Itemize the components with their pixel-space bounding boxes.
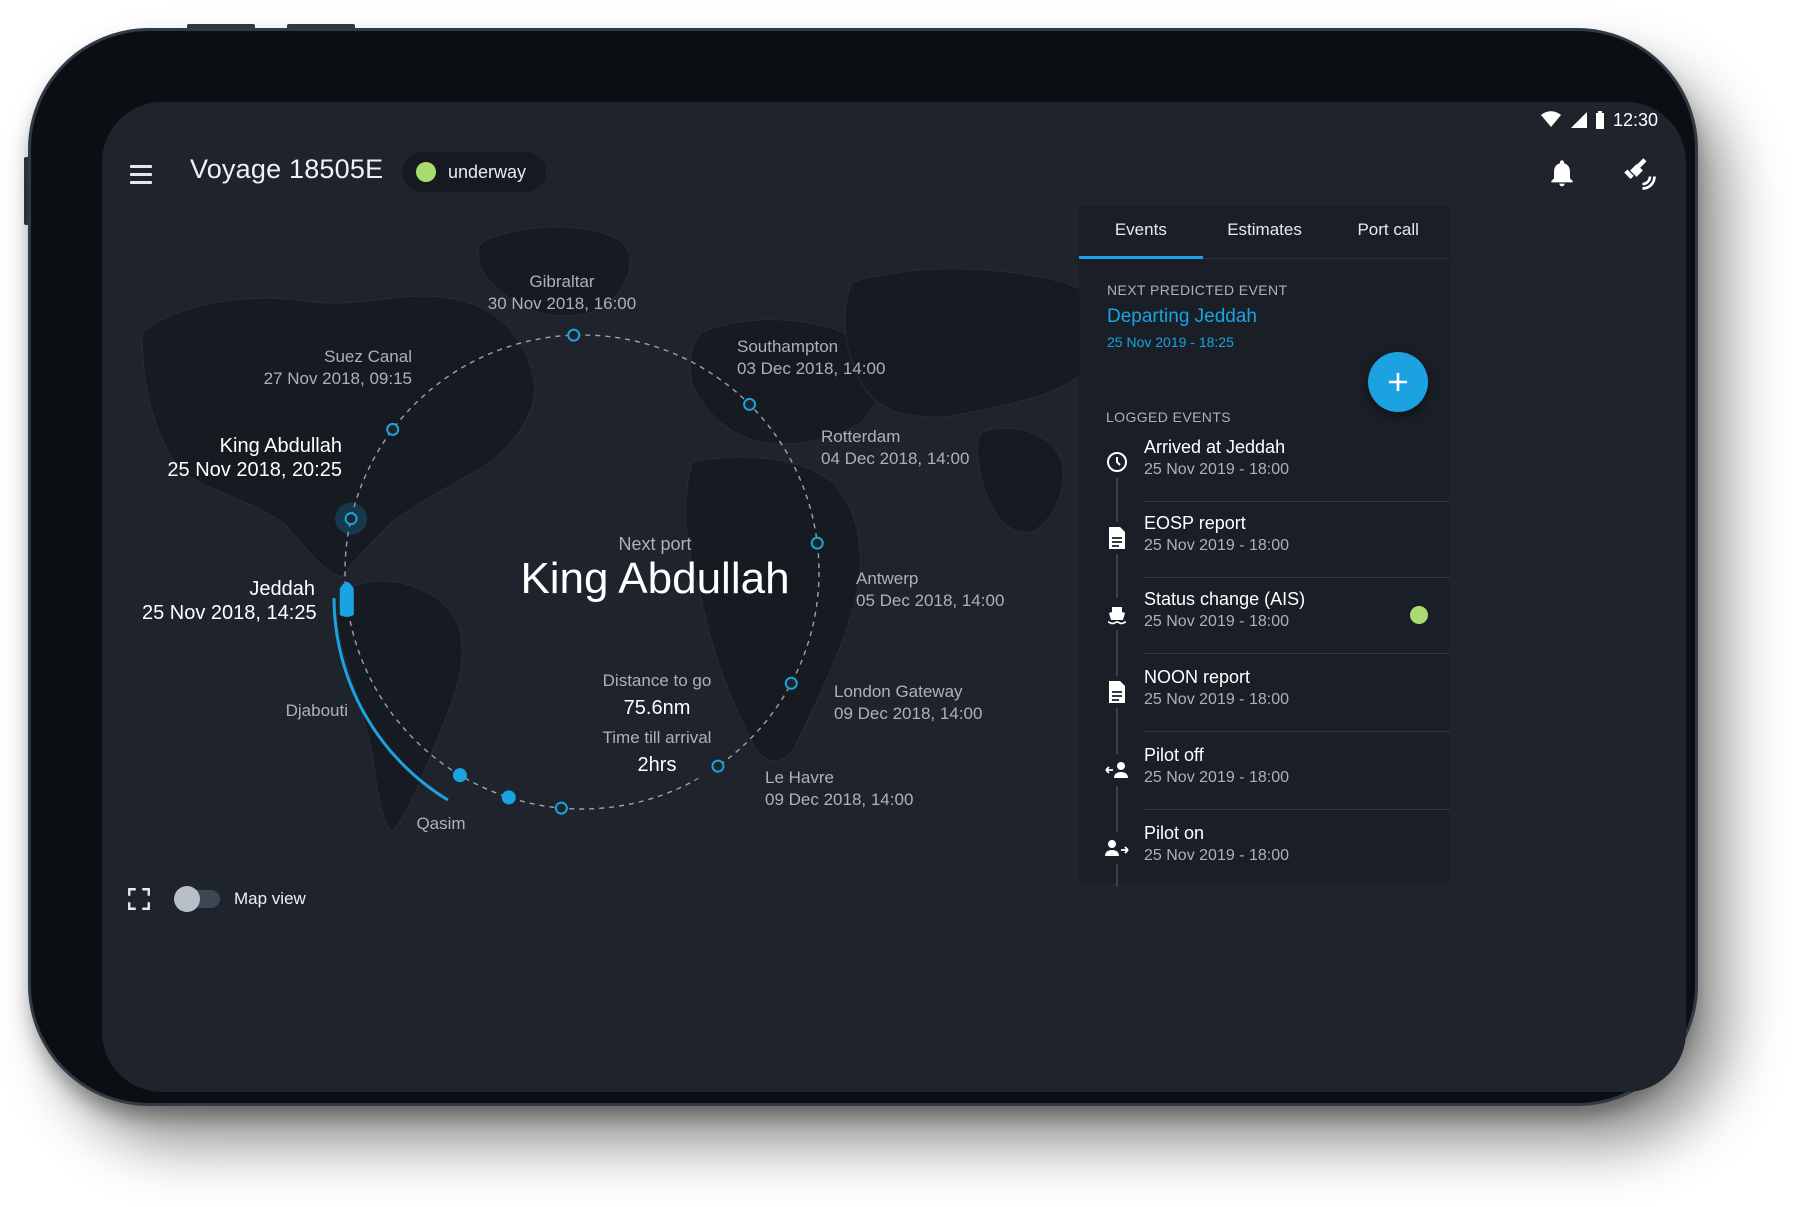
- map-view-label: Map view: [234, 889, 306, 908]
- event-time: 25 Nov 2019 - 18:00: [1144, 691, 1289, 708]
- document-icon: [1101, 676, 1133, 708]
- tab-events[interactable]: Events: [1079, 206, 1203, 258]
- tab-estimates[interactable]: Estimates: [1203, 206, 1327, 258]
- marker-gibraltar[interactable]: [567, 328, 581, 342]
- waypoint-le-havre[interactable]: Le Havre 09 Dec 2018, 14:00: [765, 767, 913, 811]
- event-time: 25 Nov 2019 - 18:00: [1144, 769, 1289, 786]
- waypoint-antwerp[interactable]: Antwerp 05 Dec 2018, 14:00: [856, 568, 1004, 612]
- map-view-controls: Map view: [126, 886, 306, 912]
- panel-tabs: Events Estimates Port call: [1079, 206, 1450, 259]
- eta-label: Time till arrival: [602, 728, 712, 747]
- waypoint-gibraltar[interactable]: Gibraltar 30 Nov 2018, 16:00: [477, 271, 647, 315]
- waypoint-king-abdullah[interactable]: King Abdullah 25 Nov 2018, 20:25: [162, 434, 342, 482]
- app-screen: 12:30 Voyage 18505E underway Gibraltar 30…: [102, 102, 1686, 1092]
- plus-icon: [1389, 373, 1407, 391]
- active-tab-indicator: [1079, 256, 1203, 259]
- event-pilot-on[interactable]: Pilot on 25 Nov 2019 - 18:00: [1079, 810, 1450, 888]
- waypoint-southampton[interactable]: Southampton 03 Dec 2018, 14:00: [737, 336, 885, 380]
- tab-port-call[interactable]: Port call: [1326, 206, 1450, 258]
- distance-label: Distance to go: [602, 671, 712, 690]
- clock-time: 12:30: [1612, 109, 1658, 130]
- signal-icon: [1570, 112, 1587, 128]
- satellite-icon[interactable]: [1620, 154, 1656, 190]
- event-title: Pilot off: [1144, 745, 1204, 765]
- waypoint-london-gateway[interactable]: London Gateway 09 Dec 2018, 14:00: [834, 681, 982, 725]
- ship-icon: [1101, 598, 1133, 630]
- vessel-marker-icon[interactable]: [339, 581, 354, 617]
- pilot-on-icon: [1101, 832, 1133, 864]
- menu-icon[interactable]: [130, 159, 160, 189]
- event-title: Pilot on: [1144, 823, 1205, 843]
- marker-antwerp[interactable]: [784, 676, 798, 690]
- marker-le-havre[interactable]: [554, 801, 568, 815]
- distance-value: 75.6nm: [623, 697, 691, 719]
- marker-southampton[interactable]: [743, 397, 757, 411]
- event-time: 25 Nov 2019 - 18:00: [1144, 537, 1289, 554]
- waypoint-rotterdam[interactable]: Rotterdam 04 Dec 2018, 14:00: [821, 426, 969, 470]
- tablet-frame: 12:30 Voyage 18505E underway Gibraltar 30…: [31, 31, 1695, 1103]
- marker-qasim[interactable]: [501, 790, 516, 805]
- event-time: 25 Nov 2019 - 18:00: [1144, 461, 1289, 478]
- fullscreen-icon[interactable]: [126, 886, 152, 912]
- waypoint-qasim[interactable]: Qasim: [391, 813, 491, 835]
- waypoint-suez-canal[interactable]: Suez Canal 27 Nov 2018, 09:15: [252, 346, 412, 390]
- next-predicted-header: NEXT PREDICTED EVENT: [1107, 282, 1288, 298]
- event-arrived-jeddah[interactable]: Arrived at Jeddah 25 Nov 2019 - 18:00: [1079, 424, 1450, 502]
- status-dot-icon: [1410, 606, 1428, 624]
- pilot-off-icon: [1101, 754, 1133, 786]
- status-label: underway: [448, 161, 527, 182]
- toggle-knob: [174, 886, 200, 912]
- marker-suez-canal[interactable]: [386, 422, 400, 436]
- wifi-icon: [1540, 111, 1561, 127]
- marker-djabouti[interactable]: [452, 768, 467, 783]
- events-panel: Events Estimates Port call NEXT PREDICTE…: [1079, 206, 1450, 886]
- next-predicted-event[interactable]: Departing Jeddah: [1107, 306, 1257, 328]
- event-eosp-report[interactable]: EOSP report 25 Nov 2019 - 18:00: [1079, 500, 1450, 578]
- status-bar: 12:30: [1540, 108, 1658, 132]
- waypoint-jeddah[interactable]: Jeddah 25 Nov 2018, 14:25: [142, 577, 317, 625]
- document-icon: [1101, 522, 1133, 554]
- marker-king-abdullah[interactable]: [344, 512, 358, 526]
- logged-events-header: LOGGED EVENTS: [1106, 409, 1232, 425]
- event-title: NOON report: [1144, 667, 1251, 687]
- event-title: Status change (AIS): [1144, 589, 1306, 609]
- waypoint-djabouti[interactable]: Djabouti: [202, 700, 348, 722]
- next-port-name: King Abdullah: [520, 554, 790, 603]
- voyage-title: Voyage 18505E: [190, 154, 384, 184]
- event-time: 25 Nov 2019 - 18:00: [1144, 847, 1289, 864]
- status-indicator-icon: [416, 162, 436, 182]
- eta-value: 2hrs: [637, 754, 677, 776]
- bell-icon[interactable]: [1546, 157, 1578, 189]
- next-port-label: Next port: [618, 534, 692, 554]
- event-pilot-off[interactable]: Pilot off 25 Nov 2019 - 18:00: [1079, 732, 1450, 810]
- map-view-toggle[interactable]: [174, 886, 220, 912]
- next-predicted-time: 25 Nov 2019 - 18:25: [1107, 334, 1234, 350]
- event-status-change[interactable]: Status change (AIS) 25 Nov 2019 - 18:00: [1079, 576, 1450, 654]
- event-title: EOSP report: [1144, 513, 1246, 533]
- event-time: 25 Nov 2019 - 18:00: [1144, 613, 1289, 630]
- status-badge: underway: [402, 152, 547, 192]
- event-title: Arrived at Jeddah: [1144, 437, 1286, 457]
- clock-icon: [1101, 446, 1133, 478]
- battery-icon: [1595, 111, 1604, 129]
- event-noon-report[interactable]: NOON report 25 Nov 2019 - 18:00: [1079, 654, 1450, 732]
- add-event-button[interactable]: [1368, 352, 1428, 412]
